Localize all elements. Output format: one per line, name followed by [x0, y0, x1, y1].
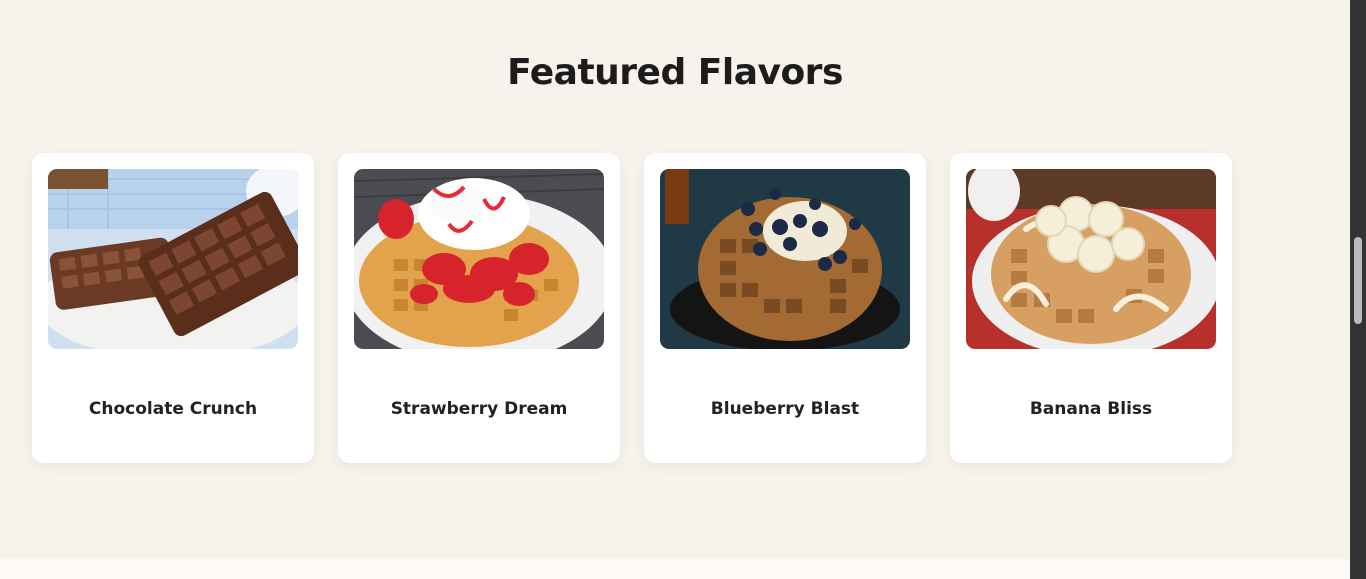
next-section-edge: [0, 559, 1350, 579]
flavor-name: Banana Bliss: [1029, 399, 1153, 419]
scrollbar-thumb[interactable]: [1354, 237, 1362, 324]
flavor-name: Strawberry Dream: [390, 399, 568, 419]
featured-flavors-section: Featured Flavors Chocolate Crunch Strawb…: [0, 0, 1350, 559]
flavor-name: Chocolate Crunch: [88, 399, 258, 419]
flavor-card-strawberry[interactable]: Strawberry Dream: [338, 153, 620, 463]
flavor-card-chocolate[interactable]: Chocolate Crunch: [32, 153, 314, 463]
flavor-card-blueberry[interactable]: Blueberry Blast: [644, 153, 926, 463]
flavor-card-banana[interactable]: Banana Bliss: [950, 153, 1232, 463]
page-scrollbar[interactable]: [1350, 0, 1366, 579]
blueberry-waffle-image: [660, 169, 910, 349]
section-title: Featured Flavors: [507, 52, 843, 93]
banana-waffle-image: [966, 169, 1216, 349]
flavor-name: Blueberry Blast: [710, 399, 860, 419]
strawberry-waffle-image: [354, 169, 604, 349]
chocolate-waffle-image: [48, 169, 298, 349]
